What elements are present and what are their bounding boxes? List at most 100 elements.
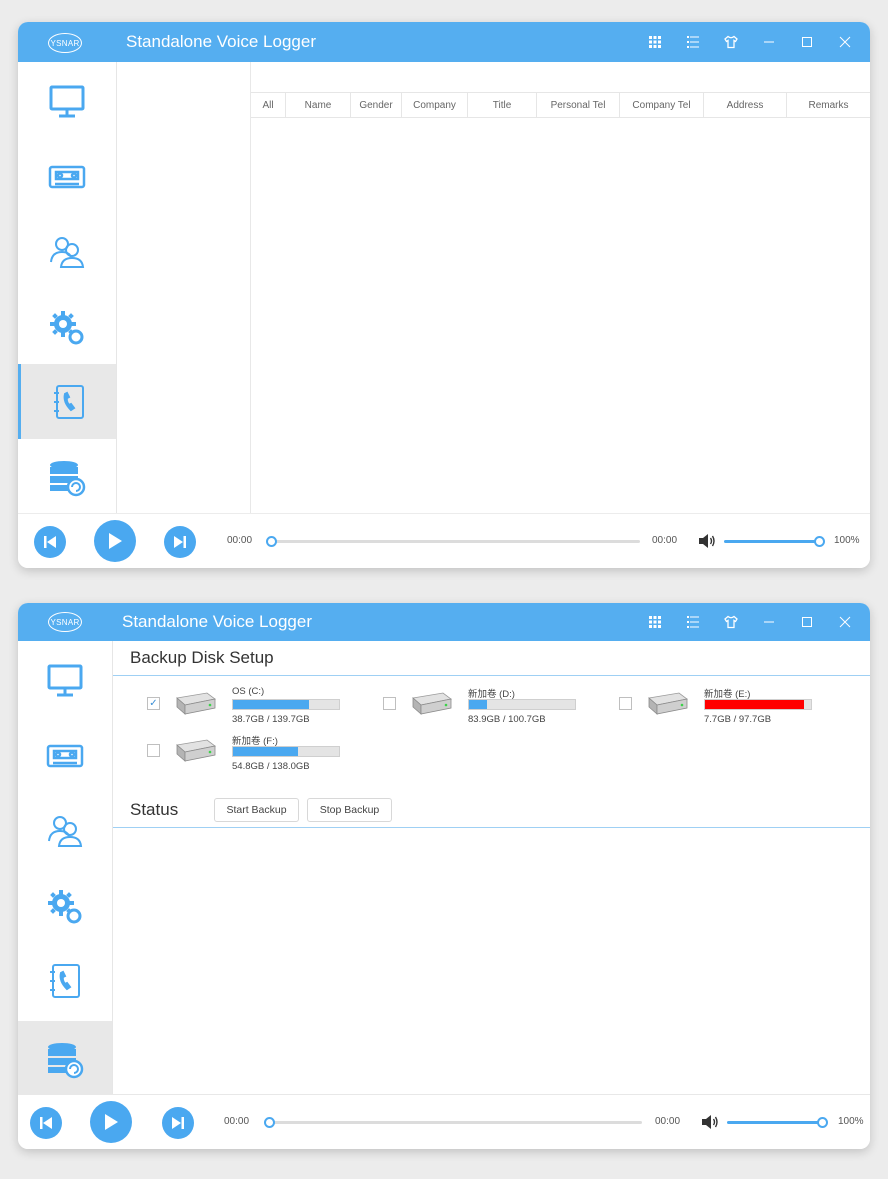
disk-usage-bar-d [468,699,576,710]
next-button[interactable] [164,526,196,558]
stop-backup-button[interactable]: Stop Backup [307,798,392,822]
start-backup-button[interactable]: Start Backup [214,798,299,822]
sidebar-item-settings[interactable] [18,868,112,943]
column-name[interactable]: Name [286,93,351,117]
column-all[interactable]: All [251,93,286,117]
progress-track[interactable] [268,1121,642,1124]
hard-drive-icon [648,692,688,715]
disk-usage-fill-f [233,747,298,756]
maximize-icon[interactable] [788,22,826,62]
previous-icon [44,536,56,548]
sidebar-item-recorder[interactable] [18,139,116,214]
app-logo: YSNAR [48,33,82,53]
progress-track[interactable] [268,540,640,543]
app-logo: YSNAR [48,612,82,632]
group-pane [116,62,251,514]
grid-icon[interactable] [636,603,674,641]
volume-icon[interactable] [698,533,716,549]
disk-usage-bar-c [232,699,340,710]
disk-usage-fill-e [705,700,804,709]
column-gender[interactable]: Gender [351,93,402,117]
sidebar-item-phonebook[interactable] [18,943,112,1018]
database-backup-icon [50,460,86,496]
contacts-icon [48,815,83,847]
play-button[interactable] [90,1101,132,1143]
close-icon[interactable] [826,603,864,641]
backup-section-divider [113,675,870,676]
disk-usage-fill-d [469,700,488,709]
sidebar-item-monitor[interactable] [18,64,116,139]
progress-knob[interactable] [264,1117,275,1128]
column-title[interactable]: Title [468,93,537,117]
sidebar [18,62,117,514]
sidebar-item-phonebook[interactable] [18,364,116,439]
volume-value: 100% [838,1116,864,1127]
next-icon [174,536,186,548]
monitor-icon [47,664,83,696]
disk-checkbox-d[interactable] [383,697,396,710]
status-title: Status [130,800,179,819]
sidebar-item-contacts[interactable] [18,214,116,289]
disk-item-e[interactable]: 新加卷 (E:) 7.7GB / 97.7GB [619,686,849,726]
app-title: Standalone Voice Logger [122,612,312,631]
close-icon[interactable] [826,22,864,62]
play-button[interactable] [94,520,136,562]
database-backup-icon [48,1043,84,1079]
shirt-icon[interactable] [712,22,750,62]
minimize-icon[interactable] [750,603,788,641]
contacts-icon [50,236,85,268]
previous-button[interactable] [34,526,66,558]
disk-size-f: 54.8GB / 138.0GB [232,761,310,772]
hard-drive-icon [412,692,452,715]
disk-checkbox-f[interactable] [147,744,160,757]
disk-name-e: 新加卷 (E:) [704,689,751,700]
previous-button[interactable] [30,1107,62,1139]
disk-size-d: 83.9GB / 100.7GB [468,714,546,725]
play-icon [105,1114,118,1130]
sidebar-item-recorder[interactable] [18,718,112,793]
next-icon [172,1117,184,1129]
sidebar-item-contacts[interactable] [18,793,112,868]
list-icon[interactable] [674,603,712,641]
sidebar-item-database[interactable] [18,1021,112,1097]
column-remarks[interactable]: Remarks [787,93,870,117]
volume-track[interactable] [727,1121,821,1124]
disk-checkbox-e[interactable] [619,697,632,710]
current-time: 00:00 [227,535,253,546]
play-icon [109,533,122,549]
phonebook-icon [53,384,84,419]
next-button[interactable] [162,1107,194,1139]
volume-track[interactable] [724,540,818,543]
sidebar [18,641,113,1097]
progress-knob[interactable] [266,536,277,547]
disk-item-f[interactable]: 新加卷 (F:) 54.8GB / 138.0GB [147,733,377,773]
player-bar: 00:00 00:00 100% [18,513,870,568]
sidebar-item-monitor[interactable] [18,643,112,718]
column-company[interactable]: Company [402,93,468,117]
minimize-icon[interactable] [750,22,788,62]
disk-item-c[interactable]: ✓ OS (C:) 38.7GB / 139.7GB [147,686,377,726]
shirt-icon[interactable] [712,603,750,641]
monitor-icon [49,85,85,117]
column-address[interactable]: Address [704,93,787,117]
disk-size-c: 38.7GB / 139.7GB [232,714,310,725]
volume-knob[interactable] [817,1117,828,1128]
backup-window: YSNAR Standalone Voice Logger Backup Dis… [18,603,870,1149]
grid-icon[interactable] [636,22,674,62]
list-icon[interactable] [674,22,712,62]
maximize-icon[interactable] [788,603,826,641]
column-company-tel[interactable]: Company Tel [620,93,704,117]
settings-gears-icon [48,889,82,923]
volume-knob[interactable] [814,536,825,547]
player-bar: 00:00 00:00 100% [18,1094,870,1149]
disk-name-c: OS (C:) [232,686,265,697]
phonebook-window: YSNAR Standalone Voice Logger All Name G… [18,22,870,568]
disk-checkbox-c[interactable]: ✓ [147,697,160,710]
title-bar: YSNAR Standalone Voice Logger [18,22,870,62]
volume-icon[interactable] [701,1114,719,1130]
sidebar-item-database[interactable] [18,439,116,514]
disk-item-d[interactable]: 新加卷 (D:) 83.9GB / 100.7GB [383,686,613,726]
status-section-divider [113,827,870,828]
sidebar-item-settings[interactable] [18,289,116,364]
column-personal-tel[interactable]: Personal Tel [537,93,620,117]
